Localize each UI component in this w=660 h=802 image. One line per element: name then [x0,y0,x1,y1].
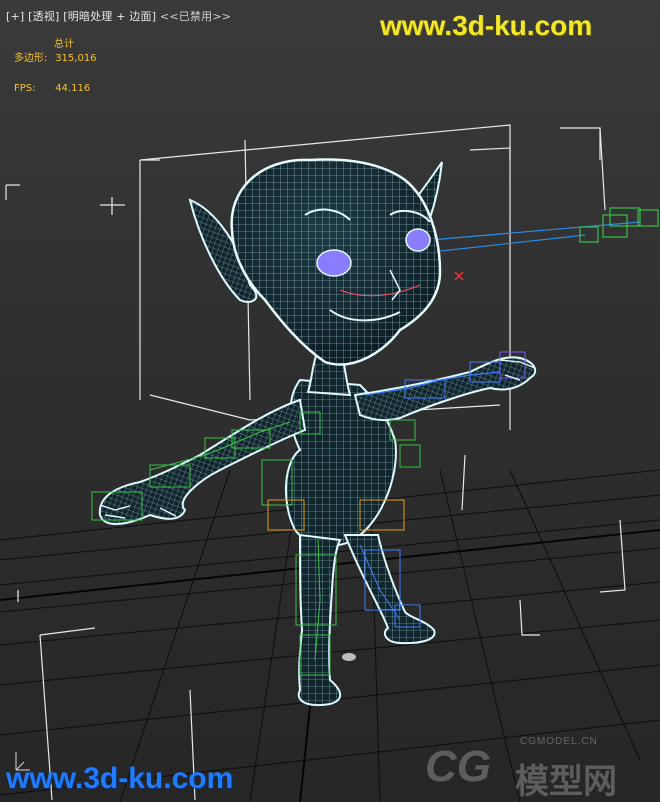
left-leg-mesh [297,533,342,706]
stats-polygons-row: 多边形: 315,016 [14,52,97,65]
head-mesh [188,158,464,366]
stats-total-label: 总计 [54,39,74,50]
watermark-top: www.3d-ku.com [380,10,593,41]
cg-logo-big-text: CG [425,742,491,791]
cg-logo-small-text: CGMODEL.CN [520,736,598,747]
viewport-disabled-label[interactable]: <<已禁用>> [160,10,231,23]
stats-polygons-label: 多边形: [14,53,48,64]
cg-model-logo: CGMODEL.CN CG 模型网 [425,728,655,802]
stats-fps-row: FPS: 44.116 [14,82,90,95]
viewport-scene[interactable] [0,0,660,802]
stats-polygons-value: 315,016 [55,53,97,64]
viewport-general-menu[interactable]: [+] [6,10,24,23]
stats-fps-value: 44.116 [55,83,91,94]
right-leg-mesh [343,534,436,645]
cg-logo-name: 模型网 [515,762,617,802]
pivot-marker [342,653,356,661]
watermark-bottom: www.3d-ku.com [6,762,234,795]
viewport-shading-menu[interactable]: [明暗处理 + 边面] [63,10,156,23]
3d-viewport[interactable]: [+] [透视] [明暗处理 + 边面] <<已禁用>> 总计 多边形: 315… [0,0,660,802]
viewport-view-menu[interactable]: [透视] [28,10,59,23]
viewport-label-menu: [+] [透视] [明暗处理 + 边面] <<已禁用>> [6,8,231,24]
stats-fps-label: FPS: [14,83,36,94]
